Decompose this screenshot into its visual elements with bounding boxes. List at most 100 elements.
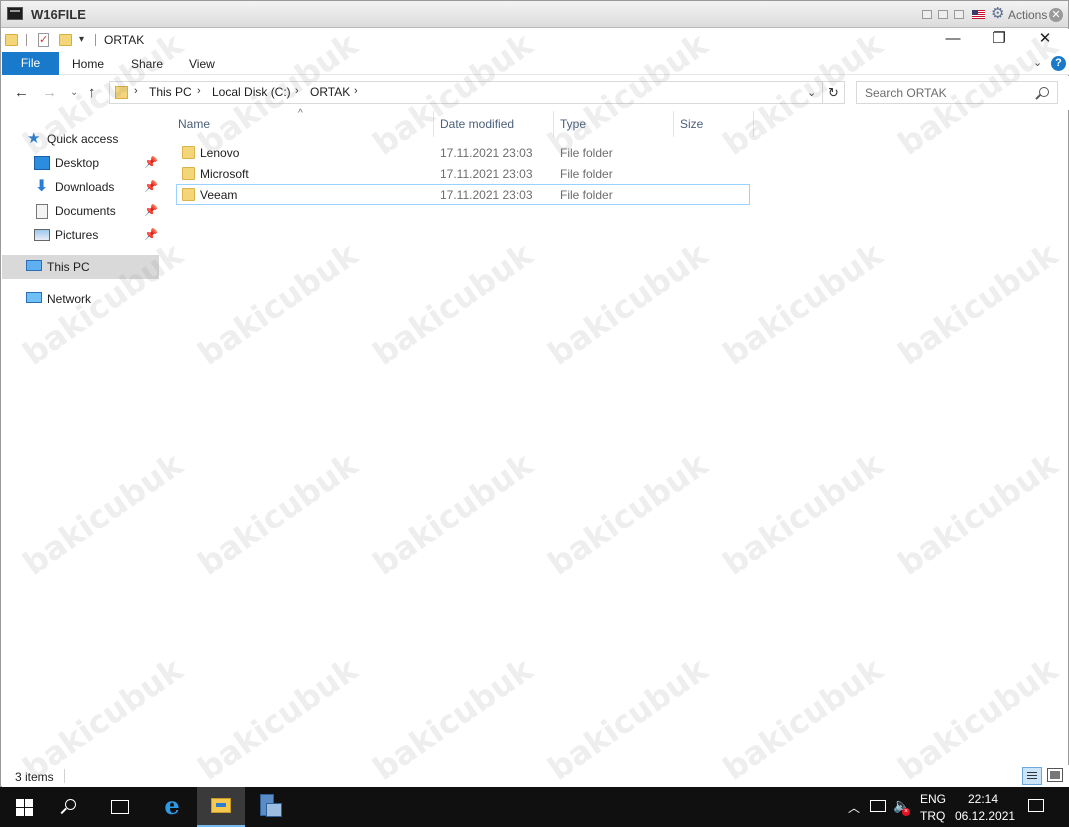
nav-item-quick-access[interactable]: ★ Quick access <box>2 127 159 151</box>
refresh-button[interactable]: ↻ <box>823 81 845 104</box>
file-row-lenovo[interactable]: Lenovo 17.11.2021 23:03 File folder <box>176 142 750 163</box>
details-view-button[interactable] <box>1022 767 1042 785</box>
file-row-veeam[interactable]: Veeam 17.11.2021 23:03 File folder <box>176 184 750 205</box>
clock-date[interactable]: 06.12.2021 <box>955 809 1015 823</box>
breadcrumb-this-pc[interactable]: This PC <box>149 85 192 99</box>
taskbar-app-internet-explorer[interactable]: e <box>148 787 196 827</box>
vm-close-button[interactable]: ✕ <box>1049 8 1063 22</box>
breadcrumb-chevron[interactable]: › <box>197 85 201 97</box>
large-icons-view-button[interactable] <box>1047 768 1063 782</box>
nav-item-label: Network <box>47 292 92 306</box>
clock-time[interactable]: 22:14 <box>968 792 998 806</box>
file-explorer-icon <box>211 798 231 813</box>
start-button[interactable] <box>0 787 48 827</box>
vm-window: W16FILE ⚙ Actions ✕ ✓ ▾ ORTAK — ❐ ✕ File… <box>0 0 1069 787</box>
vm-actions-button[interactable]: Actions <box>1008 8 1047 22</box>
file-type: File folder <box>560 146 613 160</box>
taskbar-app-server-manager[interactable] <box>246 787 294 827</box>
tab-view[interactable]: View <box>189 57 215 71</box>
search-placeholder: Search ORTAK <box>865 86 947 100</box>
customize-toolbar-dropdown[interactable]: ▾ <box>79 34 84 45</box>
star-icon: ★ <box>27 130 41 147</box>
task-view-button[interactable] <box>96 787 144 827</box>
up-button[interactable]: ↑ <box>88 84 96 101</box>
column-header-size[interactable]: Size <box>680 117 703 139</box>
download-icon: ⬇ <box>35 178 49 195</box>
show-hidden-icons-chevron-icon[interactable]: ︿ <box>848 799 860 816</box>
file-row-microsoft[interactable]: Microsoft 17.11.2021 23:03 File folder <box>176 163 750 184</box>
ribbon-tabs: File Home Share View ⌄ ? <box>2 51 1069 75</box>
server-manager-icon <box>260 794 282 818</box>
tab-share[interactable]: Share <box>131 57 163 71</box>
breadcrumb-chevron[interactable]: › <box>134 85 138 97</box>
breadcrumb-local-disk[interactable]: Local Disk (C:) <box>212 85 291 99</box>
close-button[interactable]: ✕ <box>1022 29 1068 51</box>
computer-icon <box>26 260 42 271</box>
column-divider[interactable] <box>753 111 754 137</box>
folder-icon <box>182 167 195 180</box>
taskbar: e ︿ 🔈 × ENG TRQ 22:14 06.12.2021 <box>0 787 1069 827</box>
desktop-icon <box>34 156 50 170</box>
status-divider <box>64 769 65 783</box>
nav-item-pictures[interactable]: Pictures 📌 <box>2 223 159 247</box>
minimize-button[interactable]: — <box>930 29 976 51</box>
column-header-type[interactable]: Type <box>560 117 586 139</box>
back-button[interactable]: ← <box>14 84 29 101</box>
breadcrumb-chevron[interactable]: › <box>354 85 358 97</box>
restore-button[interactable]: ❐ <box>976 29 1022 51</box>
tab-file[interactable]: File <box>2 52 59 75</box>
taskbar-app-file-explorer[interactable] <box>197 787 245 827</box>
column-divider[interactable] <box>673 111 674 137</box>
pin-icon[interactable]: 📌 <box>144 180 158 193</box>
muted-badge-icon: × <box>902 808 910 816</box>
pin-icon[interactable]: 📌 <box>144 156 158 169</box>
breadcrumb-ortak[interactable]: ORTAK <box>310 85 350 99</box>
sort-ascending-icon: ^ <box>298 108 303 119</box>
column-header-name[interactable]: Name <box>178 117 210 139</box>
notifications-icon[interactable] <box>1028 799 1044 812</box>
column-header-date[interactable]: Date modified <box>440 117 514 139</box>
vm-restore-button[interactable] <box>938 10 948 19</box>
nav-item-documents[interactable]: Documents 📌 <box>2 199 159 223</box>
toolbar-divider <box>95 34 96 46</box>
column-divider[interactable] <box>433 111 434 137</box>
nav-item-network[interactable]: Network <box>2 287 159 311</box>
input-language[interactable]: ENG <box>920 792 946 806</box>
new-folder-icon[interactable] <box>59 34 72 46</box>
nav-item-label: This PC <box>47 260 90 274</box>
search-input[interactable]: Search ORTAK <box>856 81 1058 104</box>
properties-icon[interactable]: ✓ <box>38 33 49 47</box>
nav-item-label: Documents <box>55 204 116 218</box>
column-divider[interactable] <box>553 111 554 137</box>
nav-item-downloads[interactable]: ⬇ Downloads 📌 <box>2 175 159 199</box>
recent-locations-dropdown[interactable]: ⌄ <box>70 87 78 98</box>
folder-icon <box>182 146 195 159</box>
pin-icon[interactable]: 📌 <box>144 204 158 217</box>
nav-item-label: Quick access <box>47 132 119 146</box>
vm-title-bar: W16FILE ⚙ Actions ✕ <box>1 1 1068 28</box>
address-dropdown-icon[interactable]: ⌄ <box>807 86 816 99</box>
gear-icon[interactable]: ⚙ <box>991 6 1004 21</box>
forward-button[interactable]: → <box>42 84 57 101</box>
tab-home[interactable]: Home <box>72 57 104 71</box>
network-status-icon[interactable] <box>870 800 886 812</box>
file-type: File folder <box>560 188 613 202</box>
file-type: File folder <box>560 167 613 181</box>
help-icon[interactable]: ? <box>1051 56 1066 71</box>
nav-item-desktop[interactable]: Desktop 📌 <box>2 151 159 175</box>
address-row: ← → ⌄ ↑ › This PC › Local Disk (C:) › OR… <box>2 76 1069 110</box>
window-title: ORTAK <box>104 33 145 47</box>
documents-icon <box>36 204 48 219</box>
internet-explorer-icon: e <box>164 791 180 820</box>
explorer-title-bar: ✓ ▾ ORTAK — ❐ ✕ <box>2 29 1069 51</box>
breadcrumb-chevron[interactable]: › <box>295 85 299 97</box>
keyboard-layout[interactable]: TRQ <box>920 809 945 823</box>
address-bar[interactable]: › This PC › Local Disk (C:) › ORTAK › ⌄ <box>109 81 823 104</box>
expand-ribbon-icon[interactable]: ⌄ <box>1033 56 1042 69</box>
windows-logo-icon <box>16 799 33 816</box>
vm-fullscreen-button[interactable] <box>954 10 964 19</box>
pin-icon[interactable]: 📌 <box>144 228 158 241</box>
taskbar-search-button[interactable] <box>48 787 96 827</box>
vm-minimize-button[interactable] <box>922 10 932 19</box>
nav-item-this-pc[interactable]: This PC <box>2 255 159 279</box>
